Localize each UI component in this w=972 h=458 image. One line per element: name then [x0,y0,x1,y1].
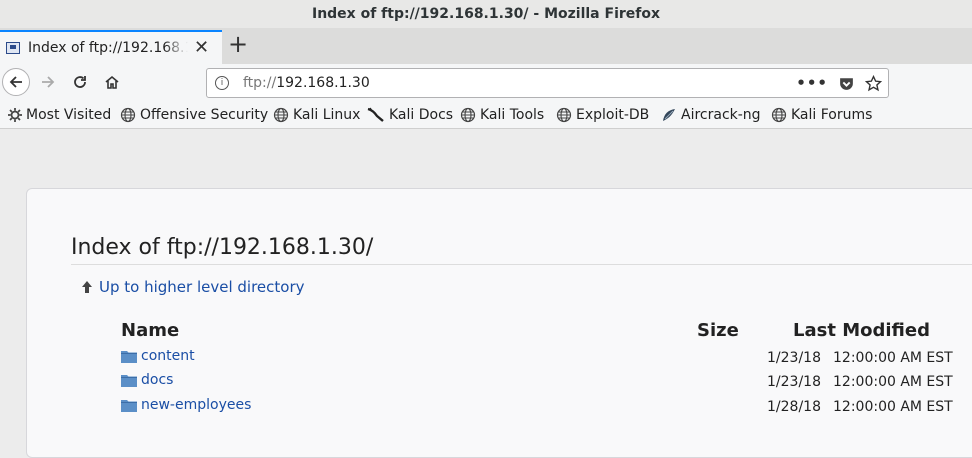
bookmark-kali-linux[interactable]: Kali Linux [273,105,360,125]
folder-icon [121,374,137,387]
bookmark-offensive-security[interactable]: Offensive Security [120,105,268,125]
new-tab-button[interactable]: + [228,32,248,58]
tab-active[interactable]: Index of ftp://192.168.1.30/ ✕ [0,30,222,64]
back-arrow-icon [9,76,22,88]
tab-strip: Index of ftp://192.168.1.30/ ✕ + [0,28,972,64]
bookmark-label: Kali Docs [389,107,454,123]
pocket-icon[interactable] [838,75,855,92]
aircrack-icon [661,107,677,123]
bookmark-label: Kali Linux [293,107,361,123]
bookmark-aircrack-ng[interactable]: Aircrack-ng [661,105,761,125]
folder-link[interactable]: new-employees [141,397,251,413]
file-entry[interactable]: new-employees [121,397,251,413]
up-directory-link[interactable]: Up to higher level directory [81,278,305,296]
column-header-size[interactable]: Size [697,320,739,341]
modified-time: 12:00:00 AM EST [833,374,953,390]
table-row: new-employees 1/28/18 12:00:00 AM EST [121,397,961,419]
url-bar[interactable]: i ftp://192.168.1.30 ••• [206,68,889,98]
window-title: Index of ftp://192.168.1.30/ - Mozilla F… [0,0,972,28]
url-host: 192.168.1.30 [276,75,370,91]
globe-icon [120,107,136,123]
bookmark-label: Kali Forums [791,107,873,123]
bookmark-kali-tools[interactable]: Kali Tools [460,105,544,125]
column-header-name[interactable]: Name [121,320,179,341]
home-icon [105,75,119,89]
bookmarks-toolbar: Most Visited Offensive Security Kali Lin… [0,102,972,129]
reload-icon [74,76,86,88]
forward-arrow-icon [42,76,55,88]
kali-dragon-icon [367,107,385,123]
file-entry[interactable]: docs [121,372,173,388]
navigation-toolbar: i ftp://192.168.1.30 ••• [0,64,972,102]
modified-date: 1/23/18 [767,374,821,390]
globe-icon [273,107,289,123]
tab-label: Index of ftp://192.168.1.30/ [28,40,188,56]
folder-link[interactable]: content [141,348,195,364]
folder-icon [121,399,137,412]
gear-icon [8,108,22,122]
up-directory-label: Up to higher level directory [99,278,305,296]
bookmark-kali-forums[interactable]: Kali Forums [771,105,872,125]
ftp-favicon-icon [6,42,20,54]
page-title: Index of ftp://192.168.1.30/ [71,235,374,260]
folder-link[interactable]: docs [141,372,173,388]
column-header-last-modified[interactable]: Last Modified [793,320,930,341]
bookmark-star-icon[interactable] [865,74,882,92]
bookmark-label: Most Visited [26,107,112,123]
bookmark-label: Aircrack-ng [681,107,761,123]
home-button[interactable] [98,68,126,96]
modified-date: 1/23/18 [767,350,821,366]
bookmark-kali-docs[interactable]: Kali Docs [367,105,453,125]
tab-close-icon[interactable]: ✕ [194,39,209,57]
bookmark-label: Kali Tools [480,107,545,123]
modified-time: 12:00:00 AM EST [833,350,953,366]
title-divider [71,264,972,265]
url-text[interactable]: ftp://192.168.1.30 [243,75,370,91]
folder-icon [121,350,137,363]
bookmark-label: Exploit-DB [576,107,650,123]
globe-icon [460,107,476,123]
modified-date: 1/28/18 [767,399,821,415]
up-arrow-icon [82,281,92,293]
globe-icon [556,107,572,123]
table-row: docs 1/23/18 12:00:00 AM EST [121,372,961,394]
url-scheme: ftp:// [243,75,277,91]
modified-time: 12:00:00 AM EST [833,399,953,415]
reload-button[interactable] [66,68,94,96]
page-actions-icon[interactable]: ••• [796,73,828,93]
file-entry[interactable]: content [121,348,195,364]
forward-button[interactable] [34,68,62,96]
globe-icon [771,107,787,123]
bookmark-label: Offensive Security [140,107,269,123]
table-row: content 1/23/18 12:00:00 AM EST [121,348,961,370]
bookmark-exploit-db[interactable]: Exploit-DB [556,105,649,125]
back-button[interactable] [2,68,30,96]
directory-listing-panel: Index of ftp://192.168.1.30/ Up to highe… [26,188,972,458]
site-info-icon[interactable]: i [215,76,229,90]
bookmark-most-visited[interactable]: Most Visited [8,105,111,125]
